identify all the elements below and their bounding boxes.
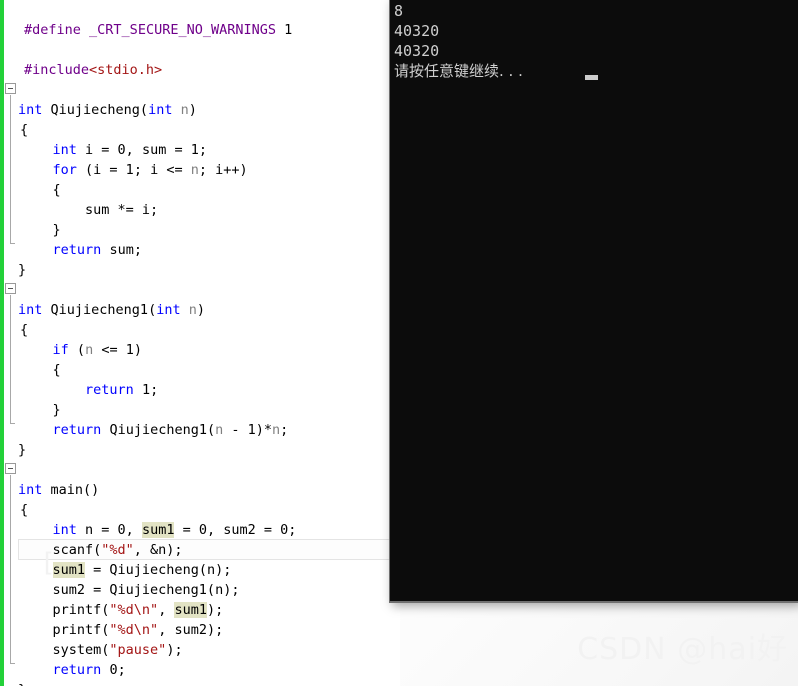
console-pause-prompt: 请按任意键继续. . . [394,62,523,80]
csdn-watermark: CSDN @hai好 [577,632,788,667]
code-editor-pane[interactable]: [ #define _CRT_SECURE_NO_WARNINGS 1 #inc… [0,0,400,686]
console-output-line-3: 40320 [394,42,440,60]
console-output-line-2: 40320 [394,22,440,40]
symbol-highlight-sum1: sum1 [141,522,175,538]
console-cursor [585,75,598,80]
screenshot-root: [ #define _CRT_SECURE_NO_WARNINGS 1 #inc… [0,0,798,686]
code-line-34: } [18,680,26,686]
code-text-area[interactable]: [ #define _CRT_SECURE_NO_WARNINGS 1 #inc… [0,0,400,686]
console-output-line-1: 8 [394,2,404,20]
code-line-22: } [18,442,27,458]
code-line-1: #define _CRT_SECURE_NO_WARNINGS 1 [24,22,293,38]
symbol-highlight-sum1: sum1 [174,602,207,618]
code-line-3: #include<stdio.h> [24,62,163,78]
console-window[interactable]: 8 40320 40320 请按任意键继续. . . [389,0,798,603]
code-line-13: } [18,262,27,278]
